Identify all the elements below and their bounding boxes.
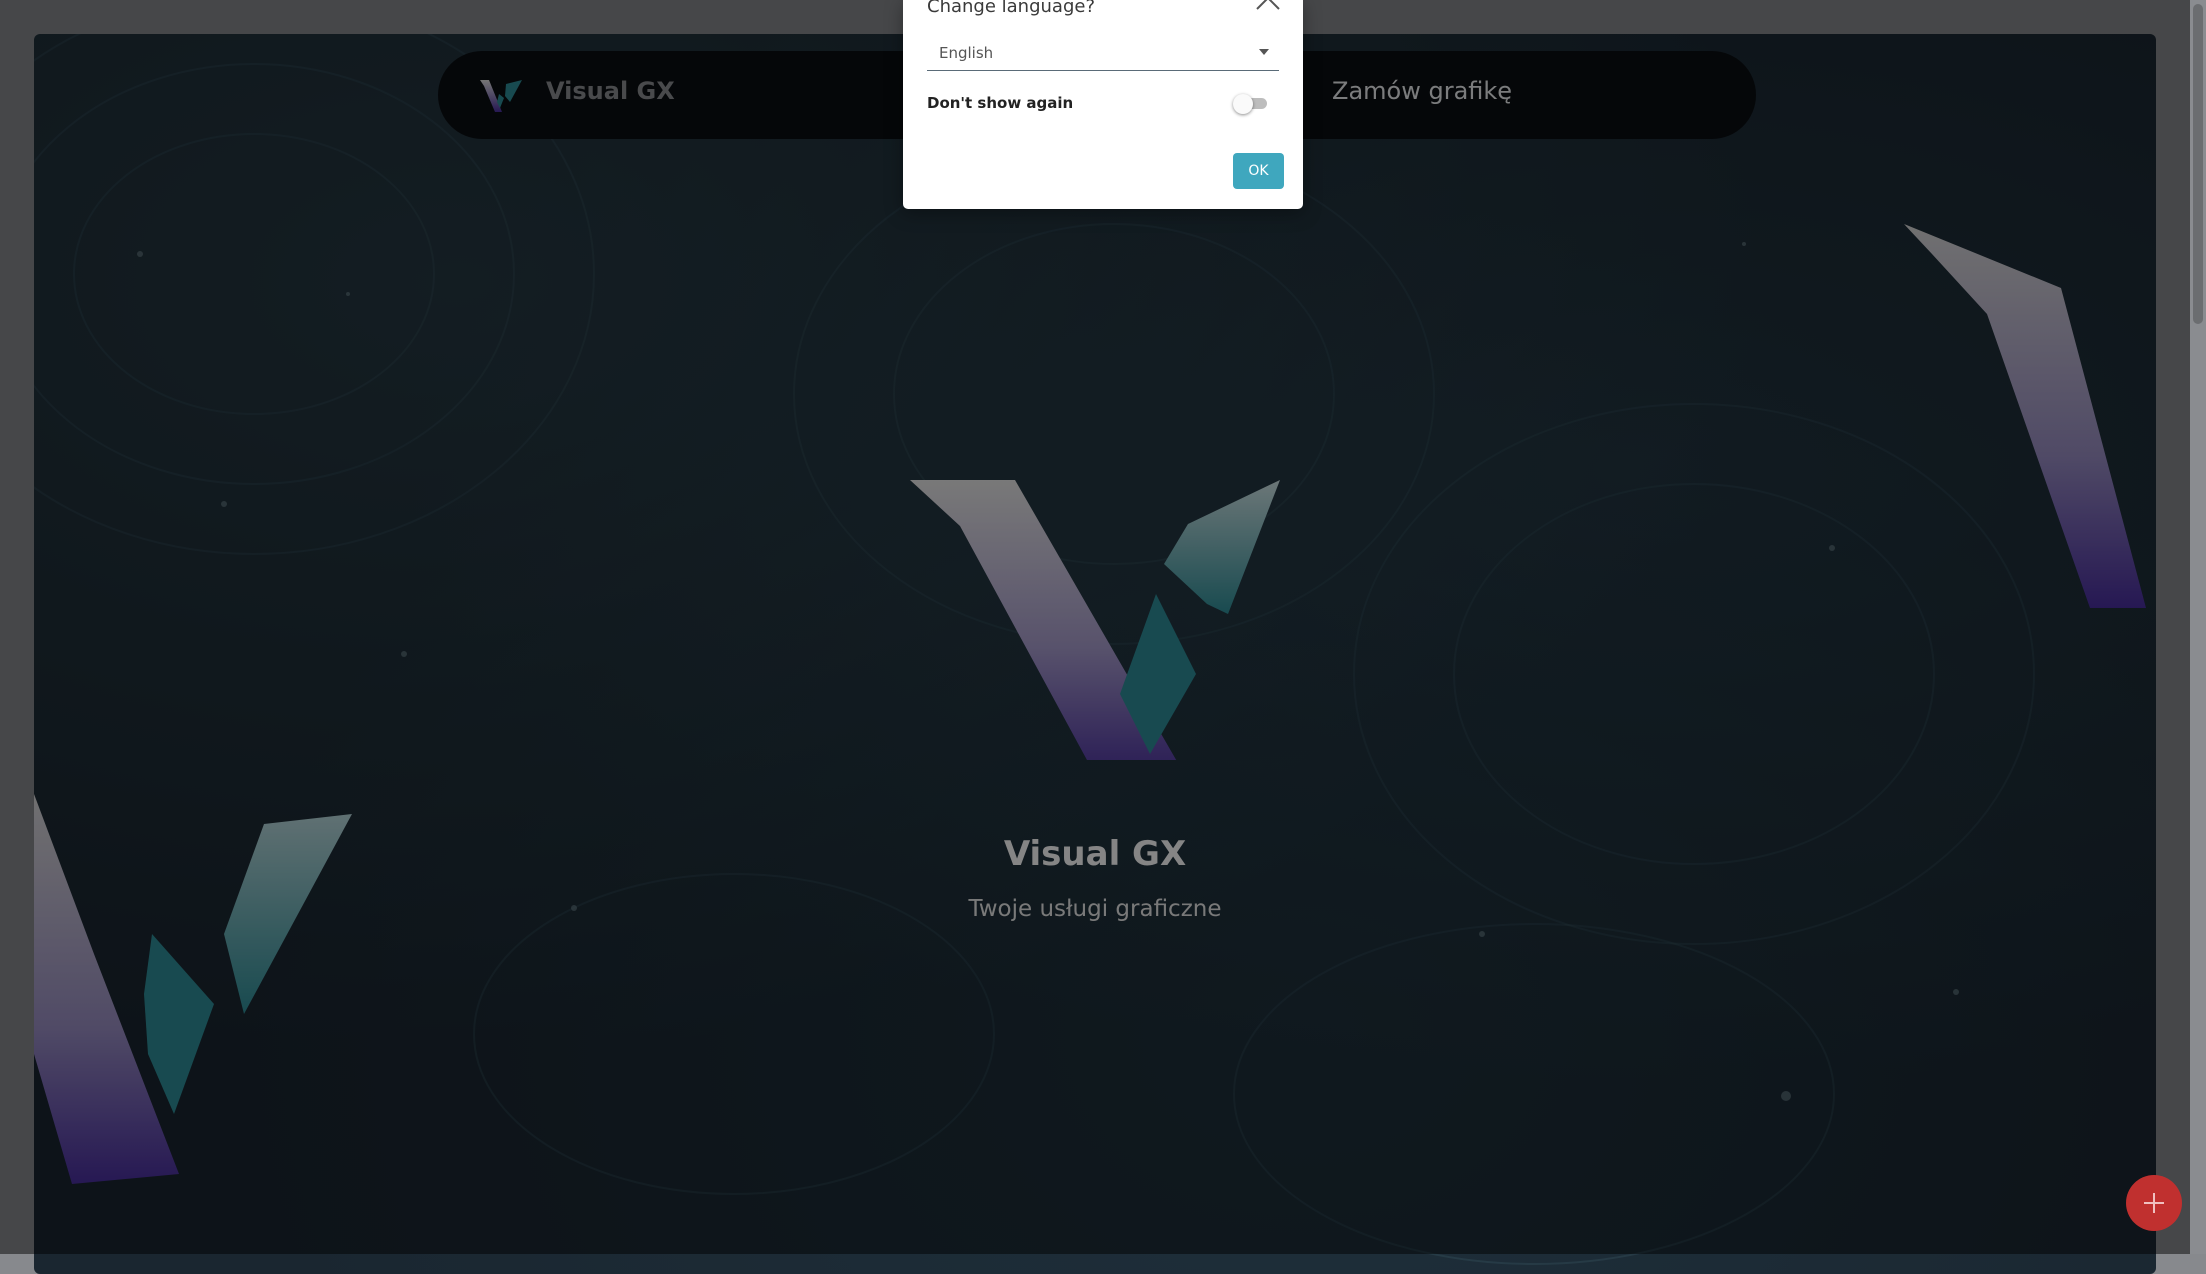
- modal-title: Change language?: [927, 0, 1095, 17]
- add-fab-button[interactable]: [2126, 1175, 2182, 1231]
- ok-button[interactable]: OK: [1233, 153, 1284, 189]
- language-modal: Change language? English Don't show agai…: [903, 0, 1303, 209]
- toggle-knob: [1233, 94, 1253, 114]
- dont-show-label: Don't show again: [927, 94, 1074, 112]
- language-select-value: English: [939, 44, 994, 62]
- dont-show-toggle[interactable]: [1233, 94, 1267, 114]
- chevron-up-icon[interactable]: [1255, 0, 1281, 14]
- plus-icon: [2144, 1193, 2164, 1213]
- caret-down-icon: [1259, 49, 1269, 55]
- scrollbar-thumb[interactable]: [2193, 4, 2203, 324]
- language-select[interactable]: English: [927, 40, 1279, 71]
